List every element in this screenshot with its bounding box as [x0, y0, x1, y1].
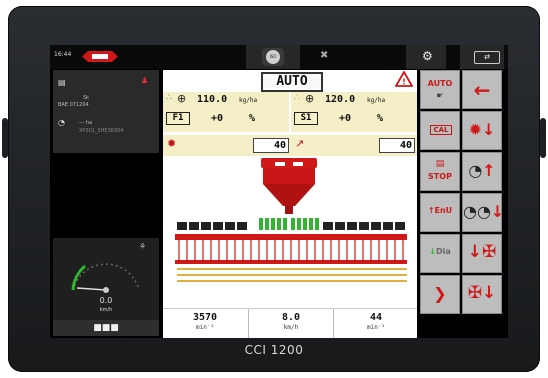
- job-info-panel: ▤ ♟ Sk BAE 071204 ◔ --- ha XP301_SHE3830…: [53, 70, 159, 153]
- kuhn-logo: [82, 51, 118, 62]
- field-icon: ◔: [58, 118, 65, 127]
- side-mount: [540, 118, 546, 158]
- crossed-tools-icon[interactable]: ✖: [320, 50, 328, 61]
- shaft-speed-unit: min⁻¹: [366, 324, 386, 331]
- mode-row: AUTO !: [163, 70, 417, 93]
- target-icon: ⊕: [305, 92, 315, 105]
- operator-icon: ♟: [141, 76, 149, 85]
- ground-speed-value: 8.0: [281, 312, 301, 323]
- tractor-icon: ⚘: [139, 242, 147, 251]
- marker-up-icon: ◔↑: [468, 161, 496, 180]
- dia-button[interactable]: ↓Dia: [420, 234, 460, 273]
- endu-label: EnU: [434, 206, 453, 215]
- device-brand-label: CCI 1200: [244, 343, 304, 357]
- fan-speed-stat: 3570 min⁻¹: [163, 309, 247, 338]
- speed-value: 0.0: [99, 296, 113, 305]
- calibration-button[interactable]: CAL: [420, 111, 460, 150]
- rate2-tag[interactable]: S1: [294, 112, 318, 125]
- metering1-value: 40: [253, 138, 289, 153]
- metering-wheel-icon: ✹: [167, 137, 177, 150]
- endu-icon: ↑EnU: [427, 206, 453, 215]
- metering-row: ✹ 40 ↗ 40: [163, 133, 417, 156]
- stop-button[interactable]: ▤ STOP: [420, 152, 460, 191]
- lift-down-icon: ↓✠: [467, 242, 497, 262]
- dia-label: Dia: [435, 247, 451, 256]
- metering-wheel-down-icon: ✹↓: [468, 120, 496, 139]
- iso-icon: ISO: [266, 50, 280, 64]
- empty-panel: [53, 153, 159, 238]
- fan-speed-unit: min⁻¹: [195, 324, 215, 331]
- rate1-value: 110.0: [197, 94, 228, 105]
- fan-speed-value: 3570: [192, 312, 218, 323]
- seed-icon: ∴: [166, 93, 172, 103]
- info-line-4: XP301_SHE38304: [79, 128, 124, 134]
- info-line-3: --- ha: [79, 120, 93, 126]
- menu-button[interactable]: ■■■: [53, 320, 159, 336]
- metering-flap-icon: ↗: [295, 137, 305, 150]
- svg-text:!: !: [402, 78, 406, 87]
- mode-label: AUTO: [261, 72, 323, 92]
- display-screen: 16:44 ISO ✖ ⚙ ⇄ ▤ ♟ Sk BAE 071204 ◔ --- …: [50, 45, 508, 338]
- lift-up-icon: ✠↓: [467, 283, 497, 303]
- side-mount: [2, 118, 8, 158]
- hand-icon: ☛: [436, 91, 444, 100]
- ground-speed-stat: 8.0 km/h: [248, 309, 333, 338]
- tramline-down-icon: ◔◔↓: [463, 202, 505, 221]
- rate1-tag[interactable]: F1: [166, 112, 190, 125]
- info-line-1: Sk: [83, 95, 90, 101]
- metering-minus-button[interactable]: ✹↓: [462, 111, 502, 150]
- stop-icon: ▤: [435, 159, 445, 169]
- clock: 16:44: [54, 51, 72, 58]
- endu-button[interactable]: ↑EnU: [420, 193, 460, 232]
- top-status-bar: 16:44 ISO ✖ ⚙ ⇄: [50, 45, 508, 69]
- rate1-unit: kg/ha: [239, 97, 258, 104]
- file-icon: ▤: [58, 78, 66, 87]
- rate1-offset: +0: [211, 113, 224, 124]
- calibration-label: CAL: [430, 125, 452, 135]
- back-button[interactable]: ←: [462, 70, 502, 109]
- back-arrow-icon: ←: [473, 78, 491, 102]
- gear-icon[interactable]: ⚙: [422, 49, 433, 63]
- marker-up-button[interactable]: ◔↑: [462, 152, 502, 191]
- speedometer-panel: ⚘ 0.0 km/h: [53, 238, 159, 320]
- lift-down-button[interactable]: ↓✠: [462, 234, 502, 273]
- iso-button[interactable]: ISO: [262, 48, 284, 66]
- rate2-value: 120.0: [325, 94, 356, 105]
- shaft-speed-value: 44: [369, 312, 383, 323]
- ground-speed-unit: km/h: [283, 324, 299, 331]
- speed-unit: km/h: [99, 307, 113, 313]
- shaft-speed-stat: 44 min⁻¹: [333, 309, 418, 338]
- fertilizer-icon: ∴: [294, 93, 300, 103]
- auto-toggle-button[interactable]: AUTO ☛: [420, 70, 460, 109]
- target-icon: ⊕: [177, 92, 187, 105]
- speed-gauge: [71, 263, 140, 293]
- stop-label: STOP: [428, 172, 452, 181]
- stats-bar: 3570 min⁻¹ 8.0 km/h 44 min⁻¹: [163, 308, 417, 338]
- rate2-unit: kg/ha: [367, 97, 386, 104]
- lift-up-button[interactable]: ✠↓: [462, 275, 502, 314]
- next-page-button[interactable]: ❯: [420, 275, 460, 314]
- warning-icon[interactable]: !: [395, 71, 413, 87]
- metering2-value: 40: [379, 138, 415, 153]
- seed-drill-graphic: [175, 158, 407, 282]
- next-page-icon: ❯: [433, 284, 447, 303]
- rate2-percent: %: [377, 113, 384, 124]
- info-line-2: BAE 071204: [58, 102, 89, 108]
- work-screen: AUTO ! ∴ ⊕ 110.0 kg/ha F1 +0 % ∴ ⊕ 120.0…: [163, 70, 417, 338]
- rate2-offset: +0: [339, 113, 352, 124]
- rate1-percent: %: [249, 113, 256, 124]
- dia-icon: ↓Dia: [429, 247, 451, 256]
- tramline-down-button[interactable]: ◔◔↓: [462, 193, 505, 232]
- split-screen-icon[interactable]: ⇄: [474, 51, 500, 64]
- auto-toggle-label: AUTO: [427, 79, 453, 88]
